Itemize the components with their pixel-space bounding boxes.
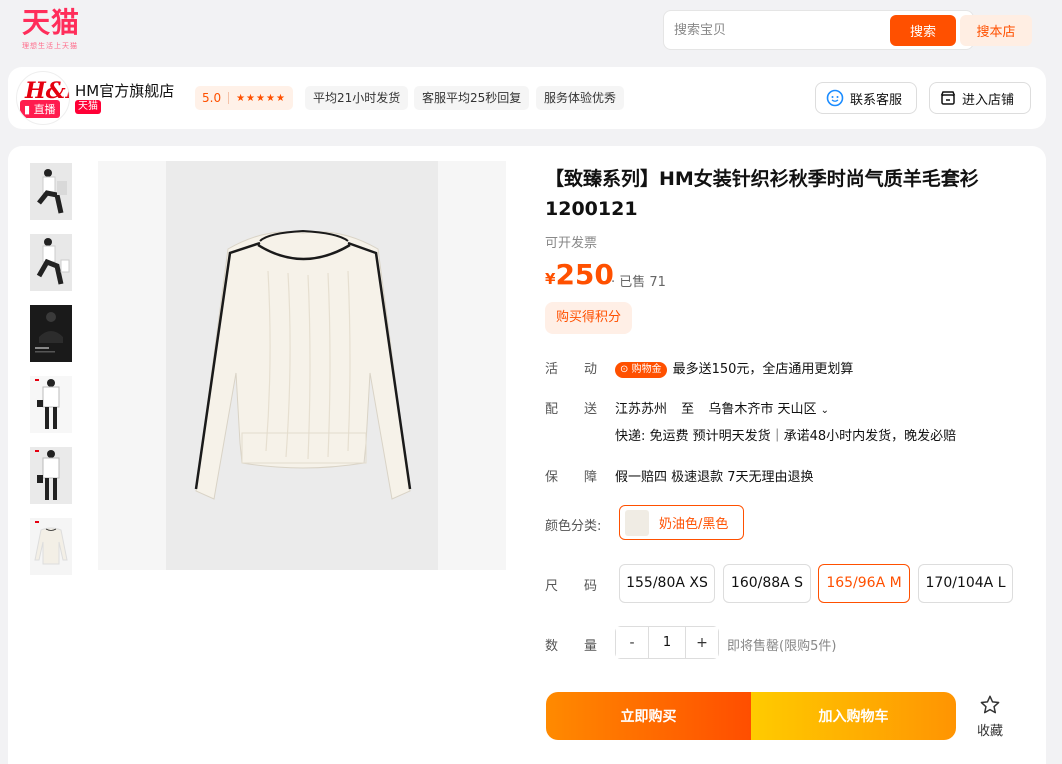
delivery-route: 江苏苏州 至 乌鲁木齐市 天山区 ⌄	[615, 398, 829, 417]
favorite-button[interactable]: 收藏	[968, 694, 1012, 739]
contact-service-button[interactable]: 联系客服	[815, 82, 917, 114]
store-bar: H&M ▮ 直播 HM官方旗舰店 天猫 5.0 ★★★★★ 平均21小时发货 客…	[8, 67, 1046, 129]
enter-store-label: 进入店铺	[962, 92, 1015, 108]
sold-count: · 已售 71	[611, 275, 666, 290]
live-icon: ▮	[24, 103, 31, 116]
promo-text: 最多送150元，全店通用更划算	[672, 362, 854, 377]
live-label: 直播	[33, 103, 56, 116]
delivery-from: 江苏苏州	[615, 402, 668, 417]
store-avatar[interactable]: H&M ▮ 直播	[16, 71, 70, 125]
search-input[interactable]	[674, 19, 884, 41]
quantity-decrease-button[interactable]: -	[616, 627, 648, 658]
currency-symbol: ¥	[545, 270, 556, 288]
promo-photo-icon	[30, 305, 72, 362]
size-option[interactable]: 170/104A L	[918, 564, 1013, 603]
search-button[interactable]: 搜索	[890, 15, 956, 46]
coupon-badge: ⊙ 购物金	[615, 361, 667, 378]
color-swatch-icon	[625, 509, 649, 536]
invoice-note: 可开发票	[545, 236, 598, 251]
quantity-stepper: - +	[615, 626, 719, 659]
store-name[interactable]: HM官方旗舰店	[75, 80, 174, 101]
model-photo-icon	[30, 234, 72, 291]
model-photo-icon	[30, 163, 72, 220]
color-label: 颜色分类:	[545, 519, 602, 534]
store-tag-shipping: 平均21小时发货	[305, 86, 409, 110]
guarantee-text: 假一赔四 极速退款 7天无理由退换	[615, 470, 814, 485]
thumbnail-image[interactable]	[21, 161, 81, 222]
purchase-actions: 立即购买 加入购物车	[546, 692, 956, 740]
delivery-destination[interactable]: 乌鲁木齐市 天山区	[708, 402, 816, 417]
thumbnail-image[interactable]	[21, 303, 81, 364]
size-option-selected[interactable]: 165/96A M	[818, 564, 910, 603]
delivery-detail: 快递: 免运费 预计明天发货｜承诺48小时内发货，晚发必赔	[615, 429, 957, 444]
chat-bot-icon	[826, 89, 844, 107]
promo-value: ⊙ 购物金 最多送150元，全店通用更划算	[615, 358, 853, 378]
size-option[interactable]: 155/80A XS	[619, 564, 715, 603]
coupon-label: 购物金	[631, 363, 662, 375]
buy-now-button[interactable]: 立即购买	[546, 692, 751, 740]
store-tag-service: 服务体验优秀	[536, 86, 625, 110]
sweater-photo-icon	[30, 518, 72, 575]
top-bar: 天猫 理想生活上天猫 搜索 搜本店	[0, 0, 1062, 62]
enter-store-button[interactable]: 进入店铺	[929, 82, 1031, 114]
contact-service-label: 联系客服	[850, 92, 903, 108]
favorite-label: 收藏	[976, 724, 1003, 739]
logo-text: 天猫	[22, 6, 81, 39]
main-product-image[interactable]	[98, 161, 506, 570]
divider	[228, 92, 230, 104]
star-rating-icons: ★★★★★	[236, 92, 286, 104]
quantity-input[interactable]	[648, 627, 686, 658]
model-photo-icon	[30, 376, 72, 433]
thumbnail-image[interactable]	[21, 516, 81, 577]
add-to-cart-button[interactable]: 加入购物车	[751, 692, 956, 740]
thumbnail-image[interactable]	[21, 374, 81, 435]
tmall-logo[interactable]: 天猫 理想生活上天猫	[22, 6, 92, 52]
product-title: 【致臻系列】HM女装针织衫秋季时尚气质羊毛套衫1200121	[545, 168, 979, 220]
thumbnail-image[interactable]	[21, 445, 81, 506]
model-photo-icon	[30, 447, 72, 504]
search-box: 搜索 搜本店	[663, 10, 1032, 50]
color-option-label: 奶油色/黑色	[659, 517, 729, 532]
price-value: 250	[555, 258, 614, 291]
store-tag-reply: 客服平均25秒回复	[414, 86, 530, 110]
price: ¥ 250	[545, 258, 614, 291]
tmall-badge: 天猫	[75, 100, 101, 114]
rating-score: 5.0	[202, 91, 222, 105]
live-badge: ▮ 直播	[20, 100, 60, 118]
store-icon	[940, 91, 956, 105]
star-icon	[980, 695, 1000, 714]
quantity-increase-button[interactable]: +	[686, 627, 718, 658]
chevron-down-icon[interactable]: ⌄	[821, 405, 829, 416]
logo-slogan: 理想生活上天猫	[22, 42, 78, 50]
thumbnail-list	[21, 161, 81, 587]
stock-hint: 即将售罄(限购5件)	[727, 639, 837, 654]
delivery-to-word: 至	[681, 402, 695, 417]
coupon-icon: ⊙	[620, 363, 629, 375]
color-option[interactable]: 奶油色/黑色	[619, 505, 744, 540]
sweater-image-icon	[194, 229, 412, 500]
store-rating: 5.0 ★★★★★	[195, 86, 293, 110]
search-store-button[interactable]: 搜本店	[960, 15, 1032, 46]
points-badge[interactable]: 购买得积分	[545, 302, 633, 334]
thumbnail-image[interactable]	[21, 232, 81, 293]
size-option[interactable]: 160/88A S	[723, 564, 811, 603]
